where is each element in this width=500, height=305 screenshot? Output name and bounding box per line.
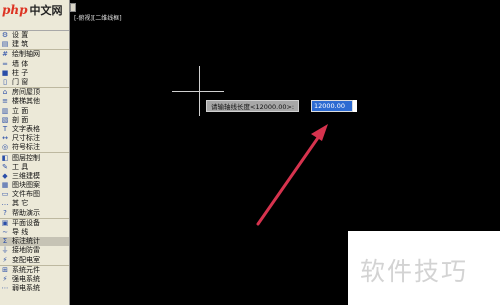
arrow-head (311, 124, 328, 141)
arrow-shaft (256, 130, 324, 226)
branding-text: 软件技巧 (360, 257, 469, 286)
